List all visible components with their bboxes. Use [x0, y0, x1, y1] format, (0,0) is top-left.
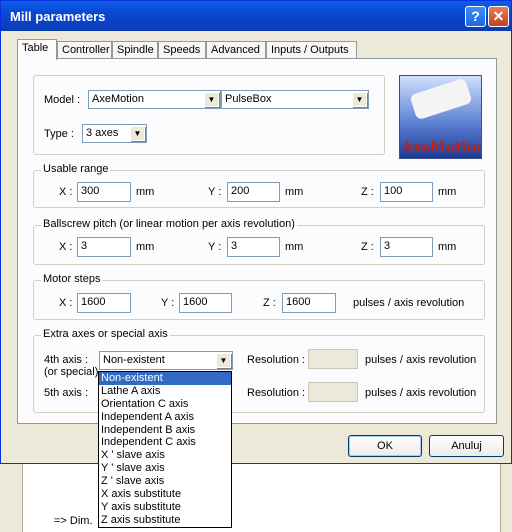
axis4-resolution-unit: pulses / axis revolution: [365, 354, 477, 366]
motor-steps-title: Motor steps: [41, 273, 103, 285]
pitch-x-label: X :: [59, 241, 73, 253]
type-select-value: 3 axes: [86, 127, 119, 139]
window-title: Mill parameters: [10, 9, 106, 24]
question-icon: ?: [471, 8, 480, 24]
steps-y-label: Y :: [161, 297, 175, 309]
range-x-input[interactable]: 300: [77, 182, 131, 202]
pitch-x-input[interactable]: 3: [77, 237, 131, 257]
steps-z-input[interactable]: 1600: [282, 293, 336, 313]
ok-button[interactable]: OK: [348, 435, 422, 457]
help-button[interactable]: ?: [465, 6, 486, 27]
dropdown-option[interactable]: Non-existent: [99, 372, 231, 385]
dropdown-option[interactable]: Orientation C axis: [99, 398, 231, 411]
model-select[interactable]: AxeMotion ▼: [88, 90, 221, 109]
axis4-label: 4th axis :: [44, 354, 89, 366]
title-bar[interactable]: Mill parameters ? ✕: [1, 1, 511, 31]
steps-y-input[interactable]: 1600: [179, 293, 232, 313]
axis4-select-value: Non-existent: [103, 354, 165, 366]
controller-select[interactable]: PulseBox ▼: [221, 90, 369, 109]
pitch-y-input[interactable]: 3: [227, 237, 280, 257]
pitch-x-unit: mm: [136, 241, 155, 253]
model-label: Model :: [44, 94, 81, 106]
extra-axes-title: Extra axes or special axis: [41, 328, 170, 340]
right-frame: [500, 464, 512, 532]
chevron-down-icon[interactable]: ▼: [216, 353, 231, 368]
device-image: [409, 77, 473, 121]
controller-select-value: PulseBox: [225, 93, 272, 105]
range-y-unit: mm: [285, 186, 304, 198]
axis4-select[interactable]: Non-existent ▼: [99, 351, 233, 370]
cancel-button[interactable]: Anuluj: [429, 435, 504, 457]
dropdown-option[interactable]: Independent B axis: [99, 424, 231, 437]
steps-unit: pulses / axis revolution: [353, 297, 465, 309]
steps-x-label: X :: [59, 297, 73, 309]
dropdown-option[interactable]: X axis substitute: [99, 488, 231, 501]
axis4-resolution-input: [308, 349, 358, 369]
dropdown-option[interactable]: Independent A axis: [99, 411, 231, 424]
type-label: Type :: [44, 128, 74, 140]
dropdown-option[interactable]: Lathe A axis: [99, 385, 231, 398]
range-x-unit: mm: [136, 186, 155, 198]
dropdown-option[interactable]: Independent C axis: [99, 436, 231, 449]
pitch-z-input[interactable]: 3: [380, 237, 433, 257]
axis5-resolution-label: Resolution :: [247, 387, 306, 399]
dropdown-option[interactable]: Z ' slave axis: [99, 475, 231, 488]
pitch-y-label: Y :: [208, 241, 222, 253]
dim-text: => Dim.: [54, 515, 93, 527]
pitch-z-label: Z :: [361, 241, 374, 253]
axis5-resolution-unit: pulses / axis revolution: [365, 387, 477, 399]
ballscrew-title: Ballscrew pitch (or linear motion per ax…: [41, 218, 297, 230]
model-group: [33, 75, 385, 155]
dropdown-option[interactable]: X ' slave axis: [99, 449, 231, 462]
range-y-input[interactable]: 200: [227, 182, 280, 202]
dropdown-option[interactable]: Y axis substitute: [99, 501, 231, 514]
close-button[interactable]: ✕: [488, 6, 509, 27]
pitch-z-unit: mm: [438, 241, 457, 253]
background-window: => Dim.: [0, 464, 512, 532]
range-y-label: Y :: [208, 186, 222, 198]
axis5-resolution-input: [308, 382, 358, 402]
axis4-dropdown-list[interactable]: Non-existent Lathe A axis Orientation C …: [98, 371, 232, 528]
close-icon: ✕: [492, 8, 505, 24]
mill-parameters-dialog: Mill parameters ? ✕ Table Controller Spi…: [0, 0, 512, 464]
axis4-resolution-label: Resolution :: [247, 354, 306, 366]
range-z-label: Z :: [361, 186, 374, 198]
type-select[interactable]: 3 axes ▼: [82, 124, 147, 143]
chevron-down-icon[interactable]: ▼: [204, 92, 219, 107]
chevron-down-icon[interactable]: ▼: [130, 126, 145, 141]
tab-controller[interactable]: Controller: [57, 41, 112, 59]
tab-inputs-outputs[interactable]: Inputs / Outputs: [266, 41, 357, 59]
tab-speeds[interactable]: Speeds: [158, 41, 206, 59]
axis5-label: 5th axis :: [44, 387, 89, 399]
model-select-value: AxeMotion: [92, 93, 144, 105]
pitch-y-unit: mm: [285, 241, 304, 253]
steps-z-label: Z :: [263, 297, 276, 309]
steps-x-input[interactable]: 1600: [77, 293, 131, 313]
tab-advanced[interactable]: Advanced: [206, 41, 266, 59]
range-z-unit: mm: [438, 186, 457, 198]
chevron-down-icon[interactable]: ▼: [352, 92, 367, 107]
product-logo: AxeMotion: [399, 75, 482, 159]
logo-text: AxeMotion: [402, 140, 482, 156]
dropdown-option[interactable]: Z axis substitute: [99, 514, 231, 527]
usable-range-title: Usable range: [41, 163, 111, 175]
dropdown-option[interactable]: Y ' slave axis: [99, 462, 231, 475]
left-frame: [0, 464, 23, 532]
tab-spindle[interactable]: Spindle: [112, 41, 158, 59]
range-x-label: X :: [59, 186, 73, 198]
tab-table[interactable]: Table: [17, 39, 57, 60]
axis4-sublabel: (or special): [44, 366, 99, 378]
range-z-input[interactable]: 100: [380, 182, 433, 202]
